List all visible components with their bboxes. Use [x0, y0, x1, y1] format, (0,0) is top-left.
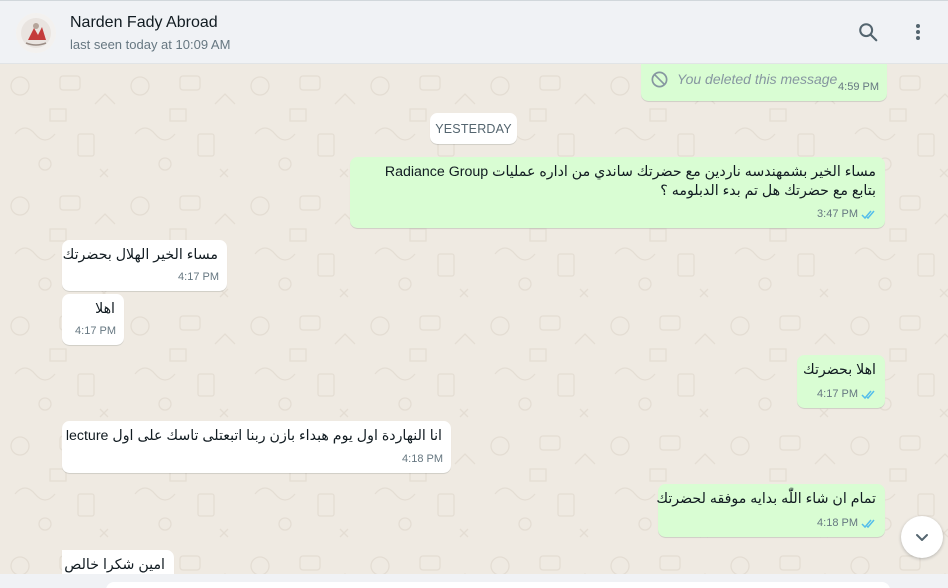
message-time: 4:17 PM: [75, 325, 116, 337]
message-time: 4:17 PM: [817, 388, 858, 400]
contact-avatar[interactable]: [16, 13, 56, 53]
message-meta: 4:17 PM: [75, 322, 116, 341]
message-bubble-incoming[interactable]: امين شكرا خالص: [62, 550, 174, 574]
menu-button[interactable]: [904, 18, 932, 46]
message-bubble-outgoing[interactable]: مساء الخير بشمهندسه ناردين مع حضرتك ساند…: [350, 157, 885, 228]
message-meta: 4:59 PM: [838, 78, 879, 97]
chat-header: Narden Fady Abroad last seen today at 10…: [0, 0, 948, 64]
message-bubble-outgoing-deleted[interactable]: You deleted this message 4:59 PM: [641, 64, 887, 101]
chat-panel[interactable]: You deleted this message 4:59 PM YESTERD…: [0, 64, 948, 574]
message-input[interactable]: [106, 582, 890, 588]
read-receipt-icon: [861, 519, 875, 529]
chevron-down-icon: [916, 534, 928, 541]
message-meta: 4:17 PM: [178, 268, 219, 287]
message-time: 4:18 PM: [402, 453, 443, 465]
message-time: 4:17 PM: [178, 271, 219, 283]
message-time: 4:18 PM: [817, 517, 858, 529]
message-text: امين شكرا خالص: [64, 557, 165, 573]
message-time: 3:47 PM: [817, 208, 858, 220]
read-receipt-icon: [861, 210, 875, 220]
scroll-to-bottom-button[interactable]: [901, 516, 943, 558]
message-text: انا النهاردة اول يوم هبداء بازن ربنا اتب…: [65, 428, 442, 444]
message-bubble-incoming[interactable]: مساء الخير الهلال بحضرتك 4:17 PM: [62, 240, 227, 291]
date-separator: YESTERDAY: [430, 113, 517, 144]
read-receipt-icon: [861, 390, 875, 400]
message-meta: 4:18 PM: [817, 514, 877, 533]
message-meta: 4:18 PM: [402, 450, 443, 469]
compose-bar: [0, 574, 948, 588]
last-seen-status: last seen today at 10:09 AM: [70, 37, 231, 52]
message-text-line: مساء الخير بشمهندسه ناردين مع حضرتك ساند…: [384, 164, 876, 180]
message-bubble-outgoing[interactable]: اهلا بحضرتك 4:17 PM: [797, 355, 885, 408]
message-time: 4:59 PM: [838, 81, 879, 93]
contact-name[interactable]: Narden Fady Abroad: [70, 14, 218, 32]
message-meta: 3:47 PM: [817, 205, 877, 224]
search-icon: [859, 23, 878, 42]
message-bubble-outgoing[interactable]: تمام ان شاء اللّٰه بدايه موفقه لحضرتك 4:…: [656, 484, 885, 537]
search-button[interactable]: [854, 18, 882, 46]
block-icon: [651, 71, 668, 88]
message-text: اهلا بحضرتك: [803, 362, 876, 378]
message-text: تمام ان شاء اللّٰه بدايه موفقه لحضرتك: [656, 491, 876, 507]
message-text: اهلا: [95, 301, 115, 317]
kebab-menu-icon: [916, 24, 920, 40]
message-text: مساء الخير الهلال بحضرتك: [62, 247, 218, 263]
deleted-message-text: You deleted this message: [677, 71, 838, 87]
message-bubble-incoming[interactable]: انا النهاردة اول يوم هبداء بازن ربنا اتب…: [62, 421, 451, 473]
message-text: مساء الخير بشمهندسه ناردين مع حضرتك ساند…: [359, 163, 876, 201]
message-bubble-incoming[interactable]: اهلا 4:17 PM: [62, 294, 124, 345]
message-text-line: بتابع مع حضرتك هل تم بدء الدبلومه ؟: [660, 183, 876, 199]
message-meta: 4:17 PM: [817, 385, 877, 404]
